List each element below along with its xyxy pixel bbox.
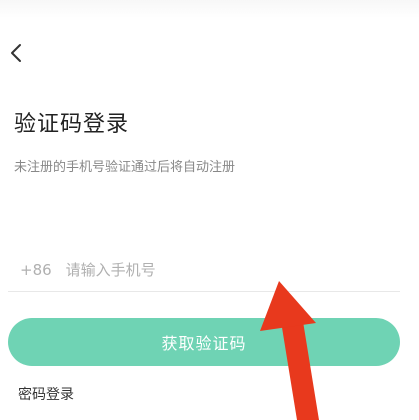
page-subtitle: 未注册的手机号验证通过后将自动注册 bbox=[14, 160, 236, 175]
phone-input[interactable] bbox=[65, 261, 366, 279]
page-title: 验证码登录 bbox=[14, 112, 130, 137]
password-login-link[interactable]: 密码登录 bbox=[18, 384, 74, 404]
country-code-selector[interactable]: +86 bbox=[20, 261, 52, 279]
status-bar bbox=[0, 0, 419, 18]
get-code-button[interactable]: 获取验证码 bbox=[8, 318, 400, 366]
chevron-left-icon bbox=[11, 44, 21, 62]
phone-input-row: +86 bbox=[14, 252, 404, 288]
login-screen: 验证码登录 未注册的手机号验证通过后将自动注册 +86 获取验证码 密码登录 bbox=[0, 0, 419, 420]
back-button[interactable] bbox=[4, 40, 28, 66]
input-divider bbox=[8, 291, 400, 292]
